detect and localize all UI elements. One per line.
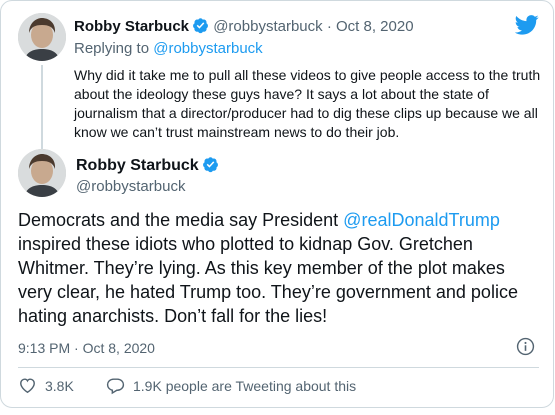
parent-tweet[interactable]: Robby Starbuck @robbystarbuck · Oct 8, 2… — [18, 11, 540, 157]
author-name[interactable]: Robby Starbuck — [76, 157, 199, 174]
main-tweet-author: Robby Starbuck — [76, 156, 219, 176]
replying-to-mention[interactable]: @robbystarbuck — [153, 40, 262, 57]
avatar[interactable] — [18, 149, 66, 197]
verified-badge-icon — [202, 157, 218, 173]
parent-tweet-text: Why did it take me to pull all these vid… — [74, 67, 541, 140]
author-name[interactable]: Robby Starbuck — [74, 18, 189, 35]
tweet-embed-card: Robby Starbuck @robbystarbuck · Oct 8, 2… — [0, 0, 554, 408]
divider — [18, 367, 539, 368]
mention-link[interactable]: @realDonaldTrump — [343, 210, 500, 230]
tweet-timestamp[interactable]: 9:13 PM · Oct 8, 2020 — [18, 339, 155, 357]
author-handle[interactable]: @robbystarbuck — [213, 18, 322, 35]
tweet-text-part: Democrats and the media say President — [18, 210, 344, 230]
parent-tweet-header: Robby Starbuck @robbystarbuck · Oct 8, 2… — [74, 17, 414, 36]
tweet-text-part: inspired these idiots who plotted to kid… — [18, 234, 518, 326]
like-count: 3.8K — [45, 377, 74, 394]
tweet-date[interactable]: Oct 8, 2020 — [336, 18, 414, 35]
verified-badge-icon — [193, 18, 208, 34]
tweeting-about-button[interactable]: 1.9K people are Tweeting about this — [106, 376, 356, 395]
avatar[interactable] — [18, 13, 66, 61]
thread-line — [41, 65, 43, 157]
separator-dot: · — [326, 18, 332, 35]
info-icon[interactable] — [516, 337, 535, 356]
tweeting-about-label: 1.9K people are Tweeting about this — [133, 377, 357, 394]
reply-bubble-icon — [106, 378, 125, 395]
replying-prefix: Replying to — [74, 40, 150, 57]
author-handle[interactable]: @robbystarbuck — [76, 177, 185, 196]
like-button[interactable]: 3.8K — [18, 376, 74, 395]
replying-to-line: Replying to @robbystarbuck — [74, 39, 263, 58]
heart-icon — [20, 378, 35, 394]
main-tweet-text: Democrats and the media say President @r… — [18, 208, 538, 328]
